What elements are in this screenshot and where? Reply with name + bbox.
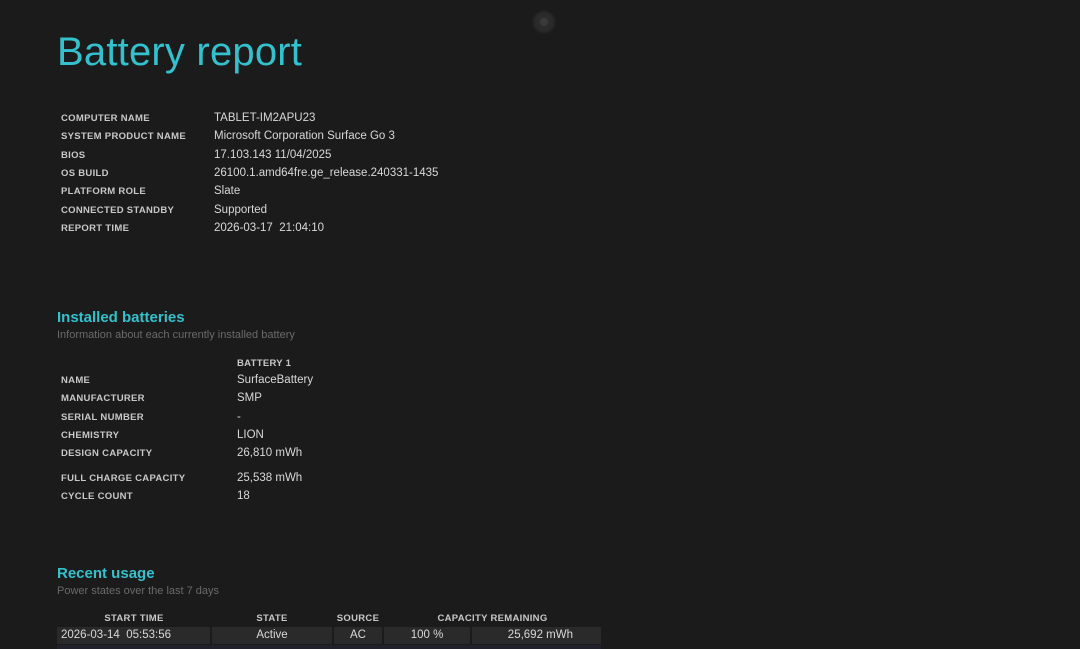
battery-value: SurfaceBattery: [237, 374, 314, 386]
column-header-state: STATE: [256, 613, 288, 624]
battery-value: 18: [237, 490, 250, 502]
column-header-source: SOURCE: [336, 613, 380, 624]
info-value: 2026-03-17 21:04:10: [214, 222, 324, 234]
info-row-connected-standby: CONNECTED STANDBY Supported: [61, 201, 267, 219]
cell-capacity-percent: 100 %: [384, 627, 470, 644]
cell-start-time: 2026-03-14 05:53:56: [57, 627, 210, 644]
info-value: TABLET-IM2APU23: [214, 112, 316, 124]
battery-row-serial: SERIAL NUMBER -: [61, 408, 241, 426]
installed-batteries-heading: Installed batteries: [57, 309, 185, 326]
info-label: SYSTEM PRODUCT NAME: [61, 130, 186, 142]
info-row-report-time: REPORT TIME 2026-03-17 21:04:10: [61, 219, 324, 237]
battery-row-cycle-count: CYCLE COUNT 18: [61, 487, 250, 505]
info-label: BIOS: [61, 149, 86, 161]
battery-label: FULL CHARGE CAPACITY: [61, 472, 186, 484]
column-header-capacity-remaining: CAPACITY REMAINING: [437, 613, 548, 624]
battery-label: SERIAL NUMBER: [61, 411, 144, 423]
battery-row-full-charge-capacity: FULL CHARGE CAPACITY 25,538 mWh: [61, 469, 302, 487]
camera-icon: [532, 10, 556, 34]
page-title: Battery report: [57, 30, 303, 74]
recent-usage-heading: Recent usage: [57, 565, 155, 582]
info-row-computer-name: COMPUTER NAME TABLET-IM2APU23: [61, 109, 315, 127]
battery-column-header: BATTERY 1: [237, 358, 292, 369]
info-value: 17.103.143 11/04/2025: [214, 149, 332, 161]
recent-usage-subtitle: Power states over the last 7 days: [57, 585, 220, 597]
cell-state: Active: [212, 627, 332, 644]
battery-label: CYCLE COUNT: [61, 490, 133, 502]
column-header-start-time: START TIME: [104, 613, 164, 624]
info-value: Supported: [214, 204, 268, 216]
battery-label: DESIGN CAPACITY: [61, 447, 153, 459]
info-row-platform-role: PLATFORM ROLE Slate: [61, 182, 240, 200]
info-row-bios: BIOS 17.103.143 11/04/2025: [61, 146, 331, 164]
info-row-product-name: SYSTEM PRODUCT NAME Microsoft Corporatio…: [61, 127, 395, 145]
battery-report-page: Battery report COMPUTER NAME TABLET-IM2A…: [0, 0, 1080, 649]
info-value: Slate: [214, 185, 241, 197]
info-row-os-build: OS BUILD 26100.1.amd64fre.ge_release.240…: [61, 164, 438, 182]
info-label: REPORT TIME: [61, 222, 130, 234]
battery-value: LION: [237, 429, 264, 441]
battery-row-chemistry: CHEMISTRY LION: [61, 426, 264, 444]
info-label: PLATFORM ROLE: [61, 185, 146, 197]
cell-source: AC: [334, 627, 382, 644]
battery-value: 25,538 mWh: [237, 472, 303, 484]
battery-value: 26,810 mWh: [237, 447, 303, 459]
info-label: OS BUILD: [61, 167, 109, 179]
cell-capacity-mwh: 25,692 mWh: [472, 627, 601, 644]
info-value: 26100.1.amd64fre.ge_release.240331-1435: [214, 167, 439, 179]
info-value: Microsoft Corporation Surface Go 3: [214, 130, 395, 142]
info-label: CONNECTED STANDBY: [61, 204, 175, 216]
battery-label: CHEMISTRY: [61, 429, 120, 441]
battery-row-name: NAME SurfaceBattery: [61, 371, 313, 389]
battery-row-manufacturer: MANUFACTURER SMP: [61, 389, 262, 407]
battery-row-design-capacity: DESIGN CAPACITY 26,810 mWh: [61, 444, 302, 462]
installed-batteries-subtitle: Information about each currently install…: [57, 329, 295, 341]
battery-value: SMP: [237, 392, 262, 404]
battery-value: -: [237, 411, 241, 423]
next-row-edge: [57, 645, 601, 649]
info-label: COMPUTER NAME: [61, 112, 150, 124]
battery-label: NAME: [61, 374, 91, 386]
battery-label: MANUFACTURER: [61, 392, 145, 404]
